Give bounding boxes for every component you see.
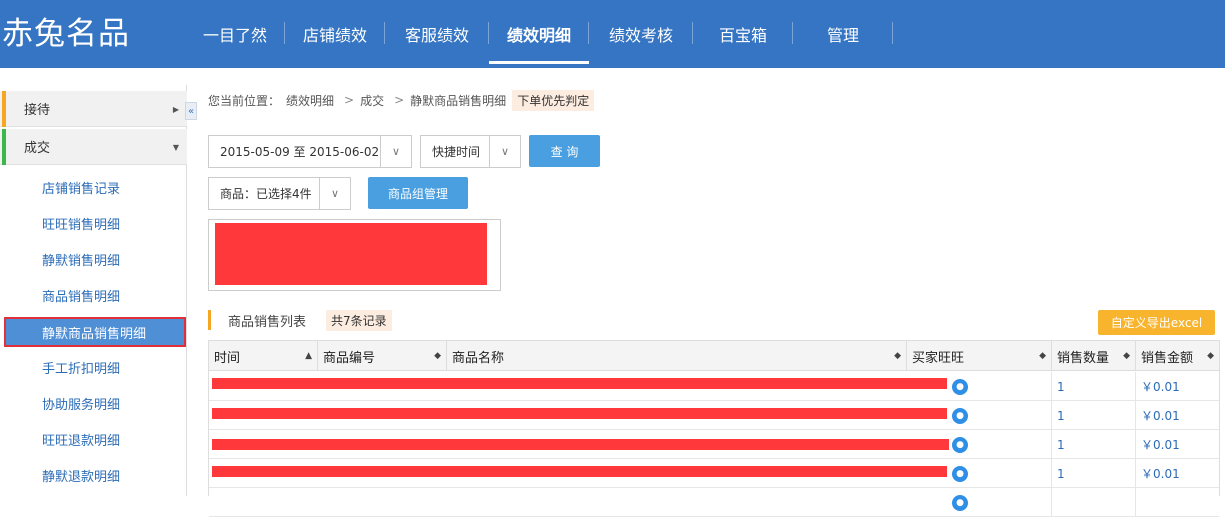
- nav-performance-detail[interactable]: 绩效明细: [489, 0, 589, 68]
- wangwang-chat-icon[interactable]: ●: [952, 407, 968, 424]
- chevron-down-icon[interactable]: ∨: [319, 178, 350, 209]
- chevron-down-icon: ▼: [172, 142, 179, 152]
- buyer-cell[interactable]: ●: [907, 488, 1052, 517]
- column-label: 买家旺旺: [912, 350, 965, 366]
- sidebar-item-silent-refund[interactable]: 静默退款明细: [0, 457, 187, 493]
- list-title: 商品销售列表: [228, 314, 307, 330]
- nav-overview[interactable]: 一目了然: [185, 0, 285, 68]
- breadcrumb-separator: >: [344, 93, 355, 107]
- sidebar-item-silent-goods-sales[interactable]: 静默商品销售明细: [4, 317, 186, 347]
- table-header: 时间 ▲ 商品编号 ◆ 商品名称 ◆ 买家旺旺 ◆ 销售数量 ◆ 销售金额 ◆: [209, 341, 1219, 371]
- column-label: 销售金额: [1141, 350, 1194, 366]
- nav-performance-review[interactable]: 绩效考核: [589, 0, 693, 68]
- redacted-goods-image: [215, 223, 487, 285]
- quantity-cell: 1: [1052, 401, 1136, 430]
- sidebar-item-silent-sales[interactable]: 静默销售明细: [0, 241, 187, 277]
- title-indicator: [208, 310, 211, 330]
- wangwang-chat-icon[interactable]: ●: [952, 378, 968, 395]
- sidebar-item-wangwang-sales[interactable]: 旺旺销售明细: [0, 205, 187, 241]
- main-nav: 一目了然 店铺绩效 客服绩效 绩效明细 绩效考核 百宝箱 管理: [185, 0, 893, 68]
- list-header: 商品销售列表 共7条记录: [208, 309, 392, 331]
- column-label: 商品编号: [323, 350, 376, 366]
- column-label: 时间: [214, 350, 241, 366]
- group-indicator: [2, 91, 6, 127]
- sidebar-group-reception[interactable]: 接待 ▶: [0, 91, 187, 127]
- breadcrumb-item[interactable]: 绩效明细: [286, 92, 334, 109]
- amount-cell: ￥0.01: [1141, 409, 1180, 423]
- amount-cell: ￥0.01: [1141, 380, 1180, 394]
- redaction-mark: [212, 408, 947, 419]
- wangwang-chat-icon[interactable]: ●: [952, 436, 968, 453]
- sort-icon: ◆: [1039, 351, 1046, 361]
- quick-time-value: 快捷时间: [432, 145, 481, 159]
- amount-cell: ￥0.01: [1141, 467, 1180, 481]
- sort-icon: ◆: [1207, 351, 1214, 361]
- redaction-mark: [212, 439, 949, 450]
- amount-cell: ￥0.01: [1141, 438, 1180, 452]
- record-count-badge: 共7条记录: [326, 309, 392, 331]
- column-goods-name[interactable]: 商品名称 ◆: [447, 341, 907, 371]
- chevron-down-icon[interactable]: ∨: [489, 136, 520, 167]
- column-quantity[interactable]: 销售数量 ◆: [1052, 341, 1136, 371]
- top-bar: 赤兔名品 一目了然 店铺绩效 客服绩效 绩效明细 绩效考核 百宝箱 管理: [0, 0, 1225, 68]
- quantity-cell: [1052, 488, 1136, 517]
- quantity-cell: 1: [1052, 430, 1136, 459]
- wangwang-chat-icon[interactable]: ●: [952, 494, 968, 511]
- app-logo[interactable]: 赤兔名品: [2, 14, 130, 54]
- breadcrumb-prefix: 您当前位置：: [208, 93, 281, 108]
- nav-service-performance[interactable]: 客服绩效: [385, 0, 489, 68]
- sidebar-item-goods-sales[interactable]: 商品销售明细: [0, 277, 187, 313]
- group-label: 接待: [24, 103, 51, 118]
- nav-toolbox[interactable]: 百宝箱: [693, 0, 793, 68]
- breadcrumb-item[interactable]: 成交: [360, 92, 384, 109]
- date-range-picker[interactable]: 2015-05-09 至 2015-06-02 ∨: [208, 135, 412, 168]
- table-row: ●: [209, 488, 1219, 517]
- quantity-cell: 1: [1052, 372, 1136, 401]
- redaction-mark: [212, 466, 947, 477]
- column-goods-id[interactable]: 商品编号 ◆: [318, 341, 447, 371]
- sort-icon: ◆: [894, 351, 901, 361]
- goods-group-button[interactable]: 商品组管理: [368, 177, 468, 209]
- sidebar: 接待 ▶ 成交 ▼ 店铺销售记录 旺旺销售明细 静默销售明细 商品销售明细 静默…: [0, 85, 187, 496]
- breadcrumb: 您当前位置： 绩效明细 > 成交 > 静默商品销售明细 下单优先判定: [208, 89, 600, 111]
- export-excel-button[interactable]: 自定义导出excel: [1098, 310, 1215, 335]
- nav-store-performance[interactable]: 店铺绩效: [285, 0, 385, 68]
- query-button[interactable]: 查 询: [529, 135, 600, 167]
- sidebar-item-assist-service[interactable]: 协助服务明细: [0, 385, 187, 421]
- sidebar-group-deal[interactable]: 成交 ▼: [0, 129, 187, 165]
- amount-cell: [1136, 488, 1219, 517]
- sort-icon: ◆: [1123, 351, 1130, 361]
- column-buyer[interactable]: 买家旺旺 ◆: [907, 341, 1052, 371]
- priority-tag: 下单优先判定: [512, 89, 595, 111]
- column-label: 商品名称: [452, 350, 505, 366]
- sidebar-item-store-sales[interactable]: 店铺销售记录: [0, 169, 187, 205]
- column-amount[interactable]: 销售金额 ◆: [1136, 341, 1219, 371]
- sort-icon: ◆: [434, 351, 441, 361]
- group-indicator: [2, 129, 6, 165]
- column-time[interactable]: 时间 ▲: [209, 341, 318, 371]
- column-label: 销售数量: [1057, 350, 1110, 366]
- chevron-down-icon[interactable]: ∨: [380, 136, 411, 167]
- goods-value: 商品：已选择4件: [220, 187, 312, 201]
- sidebar-collapse-icon[interactable]: «: [185, 102, 197, 120]
- quantity-cell: 1: [1052, 459, 1136, 488]
- chevron-right-icon: ▶: [172, 104, 179, 114]
- quick-time-select[interactable]: 快捷时间 ∨: [420, 135, 521, 168]
- nav-manage[interactable]: 管理: [793, 0, 893, 68]
- group-label: 成交: [24, 141, 51, 156]
- breadcrumb-separator: >: [394, 93, 405, 107]
- sort-asc-icon: ▲: [305, 351, 312, 361]
- redaction-mark: [212, 378, 947, 389]
- date-range-value: 2015-05-09 至 2015-06-02: [220, 145, 380, 159]
- sidebar-item-manual-discount[interactable]: 手工折扣明细: [0, 349, 187, 385]
- breadcrumb-item: 静默商品销售明细: [410, 93, 507, 108]
- sidebar-item-wangwang-refund[interactable]: 旺旺退款明细: [0, 421, 187, 457]
- wangwang-chat-icon[interactable]: ●: [952, 465, 968, 482]
- goods-select[interactable]: 商品：已选择4件 ∨: [208, 177, 351, 210]
